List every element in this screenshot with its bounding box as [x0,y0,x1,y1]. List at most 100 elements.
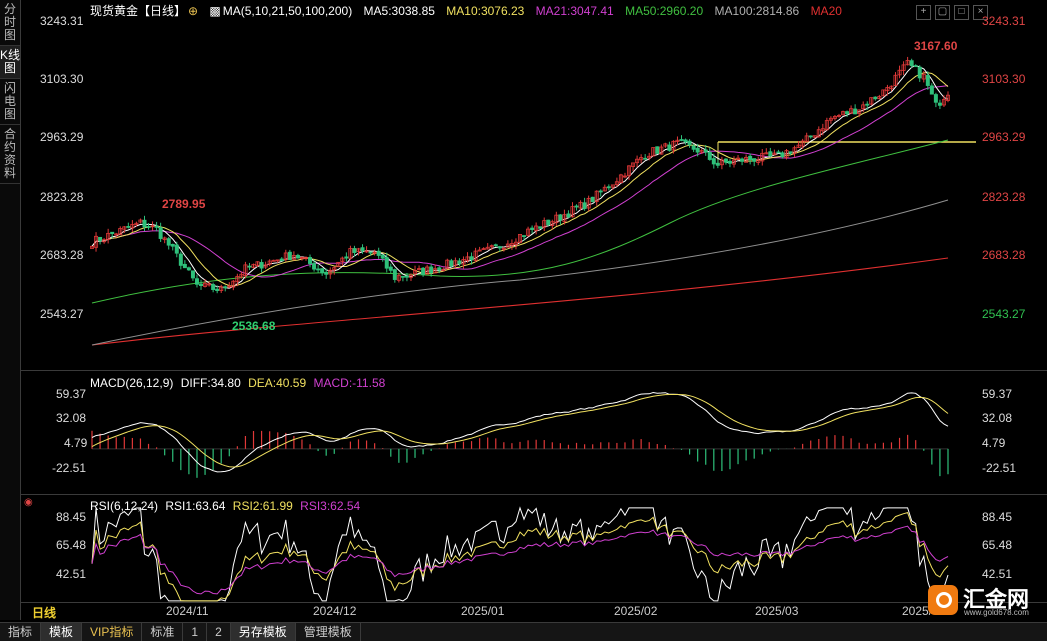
candle-body [295,254,300,259]
candle-body [98,236,103,241]
candle-body [279,258,284,262]
candle-body [126,226,131,228]
candle-body [909,60,914,67]
candle-body [727,160,732,164]
toolbar-standard[interactable]: 标准 [142,623,184,641]
candle-body [380,254,385,259]
candle-body [247,265,252,268]
candle-body [538,226,543,229]
sidebar: 分时图 K线图 闪电图 合约资料 [0,0,21,620]
candle-body [808,135,813,138]
candle-body [574,205,579,208]
candle-body [917,66,922,79]
candle-body [259,262,264,269]
rsi1-line [91,506,949,602]
macd-dea-line [91,394,949,468]
candle-body [384,257,389,269]
candle-body [493,244,498,247]
x-tick: 2025/02 [614,604,658,618]
candle-body [679,139,684,141]
candle-body [312,263,317,270]
x-tick: 2025/03 [755,604,799,618]
ma10-line [91,72,949,287]
ma5-value: MA5:3038.85 [363,4,435,18]
candle-body [457,260,462,265]
ma5-line [91,64,949,289]
candle-body [695,147,700,153]
ma20-value: MA20 [810,4,842,18]
ma10-value: MA10:3076.23 [446,4,525,18]
candle-body [748,155,753,161]
toolbar-indicators[interactable]: 指标 [0,623,42,641]
ma21-line [91,85,949,278]
candle-body [142,219,147,228]
rsi-chart[interactable] [20,496,1047,602]
candle-body [178,253,183,266]
candle-body [308,257,313,264]
separator [20,494,1047,495]
candle-body [215,288,220,292]
candle-body [606,186,611,189]
candle-body [146,226,151,228]
candle-body [320,268,325,274]
candle-body [598,190,603,193]
candle-body [768,151,773,157]
candle-body [199,283,204,287]
candle-body [186,267,191,271]
macd-chart[interactable] [20,372,1047,494]
candle-body [582,202,587,209]
rsi3-line [91,525,949,595]
candle-body [530,227,535,231]
candle-body [223,286,228,289]
toolbar-manage-templates[interactable]: 管理模板 [296,623,361,641]
candle-body [437,267,442,271]
candle-body [211,284,216,290]
toolbar-template-2[interactable]: 2 [207,623,231,641]
tab-kline[interactable]: K线图 [0,46,20,79]
low-annotation: 2536.68 [232,319,276,333]
candle-body [683,139,688,143]
candle-body [429,266,434,274]
ma100-value: MA100:2814.86 [714,4,800,18]
main-legend: 现货黄金【日线】 ⊕ ▩ MA(5,10,21,50,100,200) MA5:30… [90,2,850,18]
candle-body [925,74,930,86]
toolbar-template-1[interactable]: 1 [183,623,208,641]
candle-body [110,231,115,235]
tab-contract-info[interactable]: 合约资料 [0,125,20,184]
toolbar-vip-indicators[interactable]: VIP指标 [82,623,143,641]
candle-body [449,260,454,267]
candle-body [497,246,502,249]
candle-body [865,103,870,106]
toolbar-templates[interactable]: 模板 [41,623,83,641]
period-label[interactable]: 日线 [32,604,56,621]
candle-body [522,235,527,238]
candle-body [703,149,708,153]
toolbar-save-template[interactable]: 另存模板 [230,623,296,641]
x-tick: 2024/11 [166,604,209,618]
candle-body [324,271,329,275]
ma50-line [91,139,949,304]
price-chart[interactable] [20,18,1047,370]
separator [20,370,1047,371]
candle-body [158,227,163,239]
high-left-annotation: 2789.95 [162,197,206,211]
candle-body [404,275,409,278]
tab-lightning[interactable]: 闪电图 [0,79,20,125]
candle-body [376,250,381,256]
candle-body [715,162,720,166]
settings-icon[interactable]: ⊕ [188,4,198,18]
candle-body [655,146,660,154]
candle-body [166,238,171,246]
candle-body [933,94,938,103]
tab-intraday[interactable]: 分时图 [0,0,20,46]
candle-body [853,108,858,115]
candle-body [546,219,551,226]
candle-body [392,269,397,280]
bottom-toolbar: 指标 模板 VIP指标 标准 1 2 另存模板 管理模板 [0,622,1047,641]
candle-body [154,225,159,228]
high-annotation: 3167.60 [914,39,958,53]
candle-body [711,158,716,165]
ma200-line [91,257,949,346]
candle-body [344,256,349,259]
x-tick: 2025/01 [461,604,505,618]
